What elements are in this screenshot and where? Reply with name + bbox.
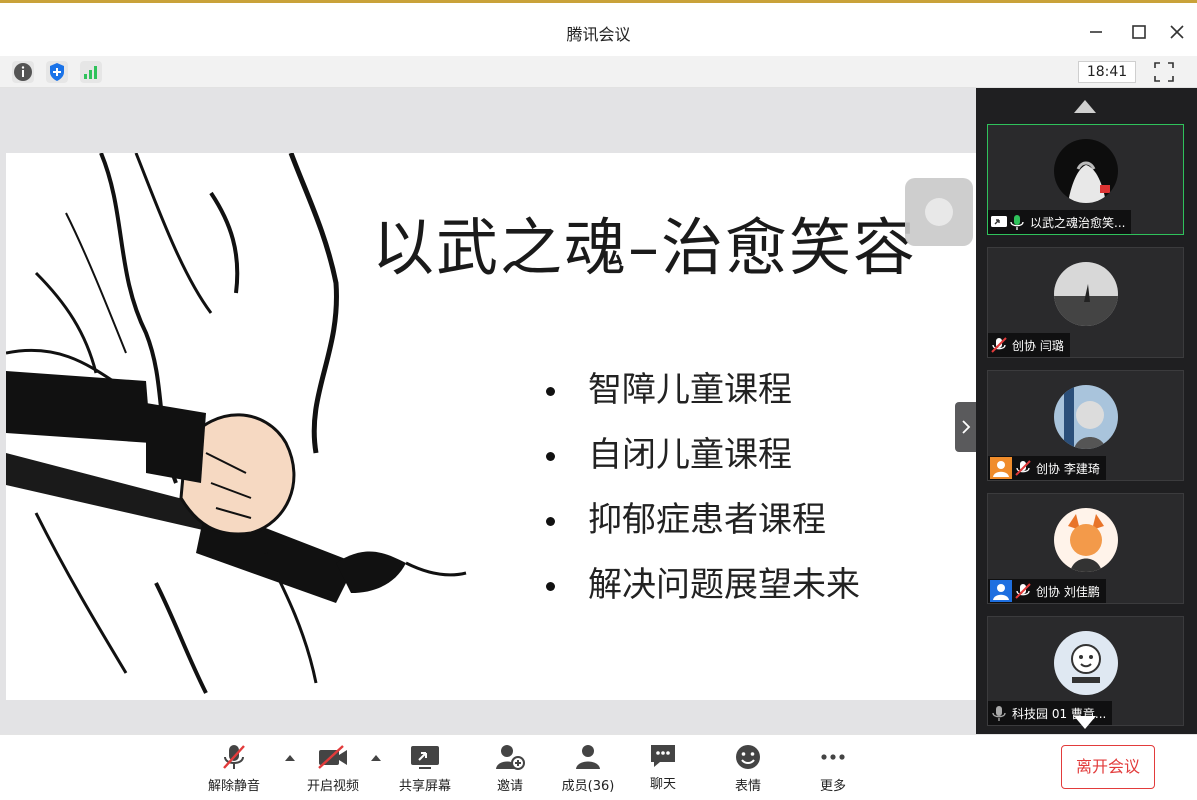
security-button[interactable]	[46, 61, 68, 83]
emoji-label: 表情	[734, 779, 761, 794]
minimize-icon	[1090, 31, 1102, 33]
scroll-up-arrow-icon[interactable]	[1074, 100, 1096, 113]
unmute-label: 解除静音	[207, 779, 260, 794]
more-label: 更多	[819, 779, 846, 794]
camera-off-icon	[318, 745, 347, 769]
start-video-label: 开启视频	[306, 779, 359, 794]
shared-screen: 以武之魂–治愈笑容 智障儿童课程 自闭儿童课程 抑郁症患者课程 解决问题展望未来	[0, 88, 976, 734]
share-screen-label: 共享屏幕	[398, 779, 451, 794]
participant-label: 创协 闫璐	[988, 333, 1070, 357]
chat-icon	[651, 745, 675, 767]
user-icon	[990, 580, 1012, 602]
signal-icon	[84, 66, 97, 79]
maximize-button[interactable]	[1128, 21, 1150, 43]
participant-tile[interactable]: 以武之魂治愈笑...	[987, 124, 1184, 235]
unmute-button[interactable]: 解除静音	[204, 743, 264, 795]
avatar	[1054, 508, 1118, 572]
microphone-icon	[1010, 215, 1024, 230]
chevron-right-icon	[962, 420, 971, 434]
screen-share-icon	[991, 216, 1007, 227]
participant-tile[interactable]: 创协 刘佳鹏	[987, 493, 1184, 604]
floating-self-view[interactable]	[905, 178, 973, 246]
presentation-slide: 以武之魂–治愈笑容 智障儿童课程 自闭儿童课程 抑郁症患者课程 解决问题展望未来	[6, 153, 976, 700]
participant-label: 创协 刘佳鹏	[988, 579, 1106, 603]
user-icon	[990, 457, 1012, 479]
participant-label: 以武之魂治愈笑...	[988, 210, 1132, 234]
add-user-icon	[496, 745, 525, 770]
microphone-icon	[992, 706, 1006, 721]
audio-options-caret-icon[interactable]	[285, 755, 295, 761]
avatar	[1054, 139, 1118, 203]
maximize-icon	[1132, 25, 1146, 39]
members-button[interactable]: 成员(36)	[558, 743, 618, 795]
participant-label: 创协 李建琦	[988, 456, 1106, 480]
screen-share-icon	[411, 746, 439, 769]
avatar	[1054, 262, 1118, 326]
invite-button[interactable]: 邀请	[490, 743, 530, 795]
title-bar: 腾讯会议	[0, 0, 1197, 56]
more-icon	[821, 754, 845, 760]
participant-name: 以武之魂治愈笑...	[1030, 215, 1126, 230]
status-bar: 18:41	[0, 56, 1197, 88]
microphone-muted-icon	[223, 745, 245, 769]
participant-name: 创协 闫璐	[1012, 338, 1064, 353]
close-icon	[1170, 25, 1184, 39]
video-options-caret-icon[interactable]	[371, 755, 381, 761]
fullscreen-button[interactable]	[1152, 60, 1176, 84]
leave-meeting-button[interactable]: 离开会议	[1061, 745, 1155, 789]
slide-bullet: 解决问题展望未来	[546, 560, 860, 625]
avatar	[1054, 385, 1118, 449]
slide-bullet: 智障儿童课程	[546, 365, 860, 430]
microphone-muted-icon	[1015, 460, 1031, 476]
participant-tile[interactable]: 创协 李建琦	[987, 370, 1184, 481]
shield-icon	[50, 63, 64, 81]
slide-bullet-list: 智障儿童课程 自闭儿童课程 抑郁症患者课程 解决问题展望未来	[546, 365, 860, 625]
participant-name: 创协 李建琦	[1036, 461, 1100, 476]
participant-tile[interactable]: 科技园 01 曹竟...	[987, 616, 1184, 726]
participant-tile[interactable]: 创协 闫璐	[987, 247, 1184, 358]
minimize-button[interactable]	[1085, 21, 1107, 43]
share-screen-button[interactable]: 共享屏幕	[394, 743, 456, 795]
participant-name: 创协 刘佳鹏	[1036, 584, 1100, 599]
invite-label: 邀请	[496, 779, 523, 794]
slide-title: 以武之魂–治愈笑容	[372, 211, 918, 284]
info-button[interactable]	[12, 61, 34, 83]
start-video-button[interactable]: 开启视频	[303, 743, 363, 795]
chat-label: 聊天	[649, 777, 676, 792]
emoji-icon	[736, 745, 760, 769]
microphone-muted-icon	[991, 337, 1007, 353]
more-button[interactable]: 更多	[813, 743, 853, 795]
slide-bullet: 自闭儿童课程	[546, 430, 860, 495]
window-title: 腾讯会议	[566, 25, 631, 44]
slide-bullet: 抑郁症患者课程	[546, 495, 860, 560]
meeting-toolbar: 解除静音 开启视频 共享屏幕 邀请 成员(36) 聊天 表情 更多 离开会议	[0, 734, 1197, 800]
collapse-sidebar-button[interactable]	[955, 402, 977, 452]
reactions-button[interactable]: 表情	[728, 743, 768, 795]
chat-button[interactable]: 聊天	[643, 743, 683, 795]
fullscreen-icon	[1154, 62, 1174, 82]
close-button[interactable]	[1166, 21, 1188, 43]
members-icon	[576, 745, 600, 769]
avatar	[1054, 631, 1118, 695]
microphone-muted-icon	[1015, 583, 1031, 599]
network-signal-button[interactable]	[80, 61, 102, 83]
members-label: 成员(36)	[561, 779, 615, 794]
scroll-down-arrow-icon[interactable]	[1074, 716, 1096, 729]
info-icon	[14, 63, 32, 81]
meeting-clock: 18:41	[1078, 61, 1136, 83]
